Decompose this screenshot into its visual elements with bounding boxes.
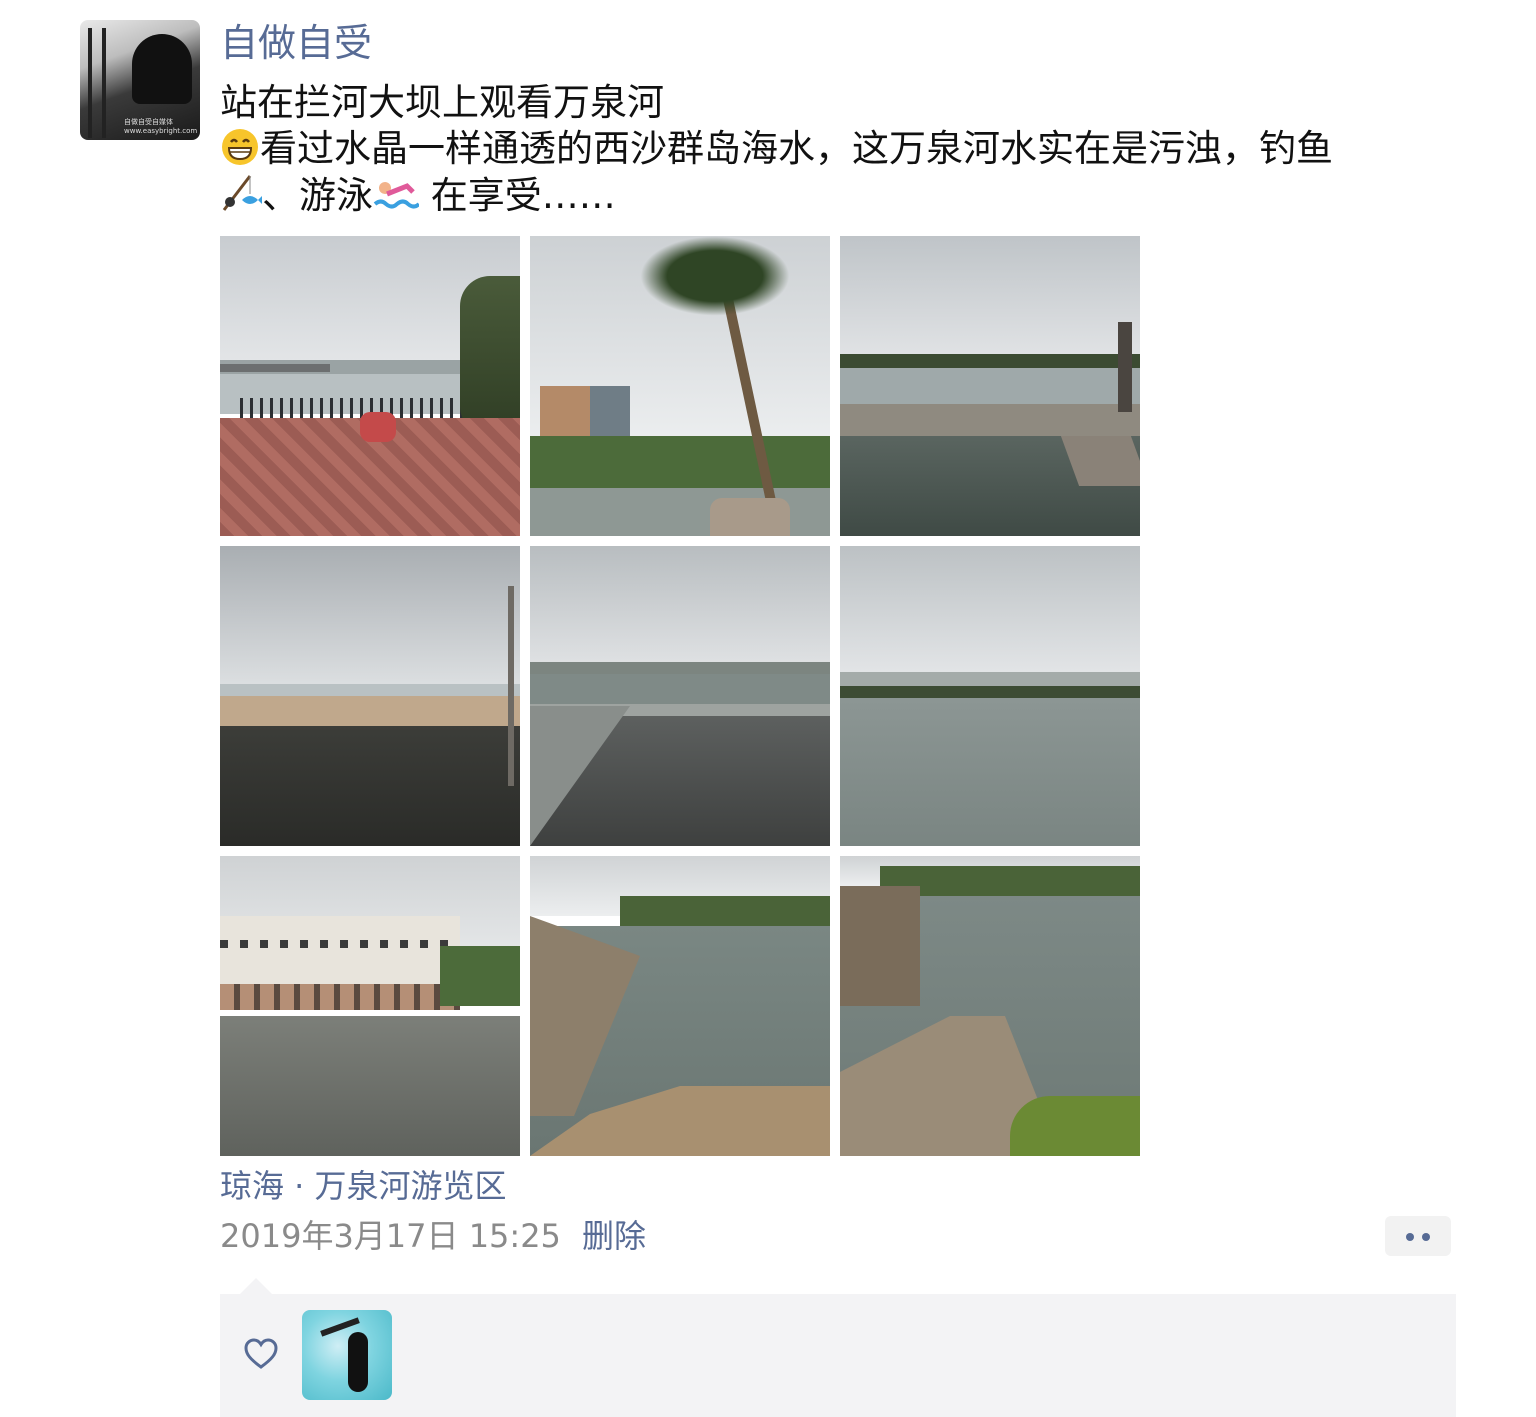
photo-dam-wall[interactable] bbox=[220, 546, 520, 846]
liker-avatar[interactable] bbox=[302, 1310, 392, 1400]
photo-river-skyline[interactable] bbox=[840, 546, 1140, 846]
post-text-line-3-b: 在享受…… bbox=[419, 174, 616, 217]
photo-arched-dam-right[interactable] bbox=[840, 856, 1140, 1156]
post-text: 站在拦河大坝上观看万泉河 看过水晶一样通透的西沙群岛海水，这万泉河水实在是污浊，… bbox=[220, 80, 1460, 219]
more-button[interactable] bbox=[1385, 1216, 1451, 1256]
user-avatar[interactable]: 自做自受自媒体 www.easybright.com bbox=[80, 20, 200, 140]
photo-dam-pool[interactable] bbox=[840, 236, 1140, 536]
fishing-pole-icon bbox=[222, 175, 262, 211]
delete-button[interactable]: 删除 bbox=[582, 1214, 646, 1258]
heart-icon bbox=[244, 1338, 278, 1369]
likes-panel bbox=[220, 1294, 1456, 1417]
more-icon bbox=[1406, 1233, 1414, 1241]
photo-sluice-building[interactable] bbox=[220, 856, 520, 1156]
photo-arched-dam-left[interactable] bbox=[530, 856, 830, 1156]
likes-pointer bbox=[240, 1278, 272, 1294]
post-text-line-1: 站在拦河大坝上观看万泉河 bbox=[220, 81, 664, 124]
photo-grid bbox=[220, 236, 1140, 1156]
post-text-line-3-a: 、游泳 bbox=[262, 174, 373, 217]
photo-coconut-palm[interactable] bbox=[530, 236, 830, 536]
post-text-line-2-text: 看过水晶一样通透的西沙群岛海水，这万泉河水实在是污浊，钓鱼 bbox=[260, 127, 1333, 170]
post-timestamp: 2019年3月17日 15:25 bbox=[220, 1217, 561, 1255]
location-link[interactable]: 琼海 · 万泉河游览区 bbox=[220, 1164, 507, 1208]
post-text-line-3: 、游泳 在享受…… bbox=[220, 172, 1460, 219]
avatar-watermark: 自做自受自媒体 www.easybright.com bbox=[124, 118, 198, 135]
post-text-line-2: 看过水晶一样通透的西沙群岛海水，这万泉河水实在是污浊，钓鱼 bbox=[220, 126, 1460, 172]
swimmer-icon bbox=[373, 182, 419, 209]
photo-concrete-slope[interactable] bbox=[530, 546, 830, 846]
grinning-face-icon bbox=[222, 129, 258, 165]
username[interactable]: 自做自受 bbox=[220, 18, 372, 68]
photo-riverside-promenade[interactable] bbox=[220, 236, 520, 536]
